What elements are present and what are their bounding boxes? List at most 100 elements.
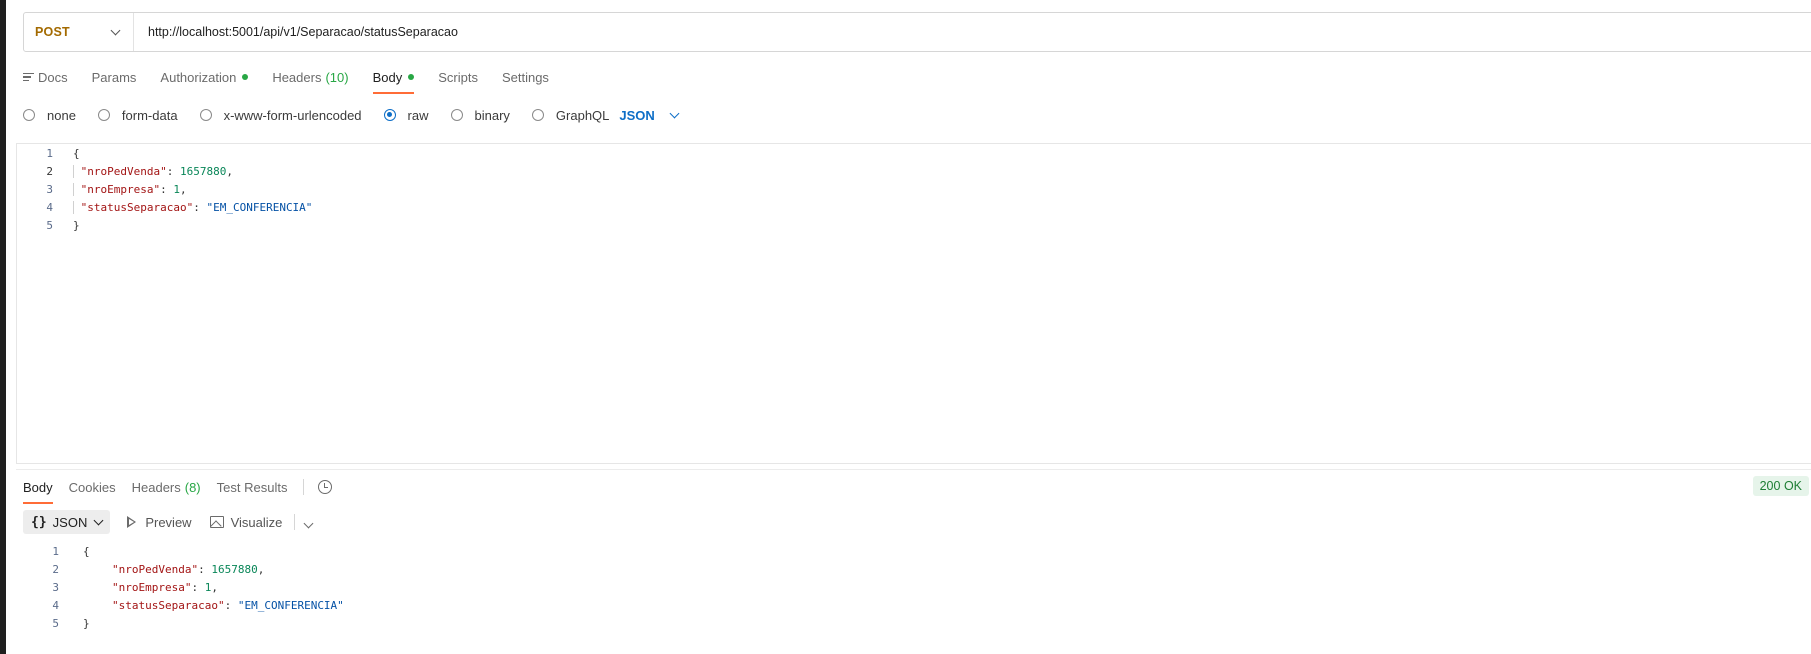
visualize-label: Visualize (230, 514, 283, 530)
chevron-down-icon (303, 518, 314, 528)
more-options-button[interactable] (303, 515, 314, 530)
tab-cookies[interactable]: Cookies (69, 470, 116, 504)
radio-form-data[interactable]: form-data (97, 107, 178, 123)
response-toolbar: {} JSON Preview Visualize (23, 510, 314, 534)
request-tabs: Docs Params Authorization Headers (10) B… (23, 60, 573, 94)
request-body-editor[interactable]: 1 { 2 "nroPedVenda": 1657880, 3 "nroEmpr… (16, 143, 1811, 464)
method-label: POST (35, 25, 70, 39)
body-type-selector: none form-data x-www-form-urlencoded raw… (23, 105, 680, 125)
tab-params[interactable]: Params (92, 60, 137, 94)
tab-response-headers-count: (8) (184, 479, 201, 495)
history-icon[interactable] (318, 480, 333, 494)
tab-headers-label: Headers (272, 69, 322, 85)
url-input[interactable] (134, 24, 1811, 40)
radio-urlencoded-label: x-www-form-urlencoded (223, 107, 362, 123)
code-line: 1 { (23, 543, 344, 561)
chevron-down-icon (93, 515, 104, 525)
code-text: "nroPedVenda": 1657880, (112, 563, 265, 576)
radio-raw[interactable]: raw (383, 107, 429, 123)
tab-response-headers[interactable]: Headers (8) (132, 470, 201, 504)
code-text: "nroEmpresa": 1, (112, 581, 218, 594)
radio-button[interactable] (97, 109, 110, 121)
code-line: 5 } (17, 217, 1811, 235)
radio-binary[interactable]: binary (450, 107, 510, 123)
response-format-label: JSON (52, 514, 88, 530)
tab-headers[interactable]: Headers (10) (272, 60, 348, 94)
line-number: 5 (52, 617, 59, 630)
tab-params-label: Params (91, 69, 137, 85)
response-format-select[interactable]: {} JSON (23, 510, 111, 534)
line-number: 2 (46, 165, 53, 178)
radio-button[interactable] (450, 109, 463, 121)
line-number: 4 (46, 201, 53, 214)
code-line: 1 { (17, 145, 1811, 163)
chevron-down-icon (110, 25, 121, 35)
line-number: 3 (46, 183, 53, 196)
status-badge: 200 OK (1752, 476, 1809, 496)
line-number: 5 (46, 219, 53, 232)
tab-scripts[interactable]: Scripts (438, 60, 478, 94)
visualize-button[interactable]: Visualize (209, 514, 283, 530)
tab-separator (303, 479, 305, 495)
code-line: 4 "statusSeparacao": "EM_CONFERENCIA" (23, 597, 343, 615)
tab-authorization-label: Authorization (160, 69, 237, 85)
line-number: 1 (52, 545, 59, 558)
radio-form-data-label: form-data (121, 107, 178, 123)
code-text: { (73, 147, 80, 160)
code-area[interactable]: 1 { 2 "nroPedVenda": 1657880, 3 "nroEmpr… (17, 144, 1811, 235)
code-line: 2 "nroPedVenda": 1657880, (17, 163, 1811, 181)
code-line: 4 "statusSeparacao": "EM_CONFERENCIA" (17, 199, 1811, 217)
toolbar-separator (294, 514, 296, 530)
tab-settings[interactable]: Settings (502, 60, 549, 94)
radio-raw-label: raw (407, 107, 429, 123)
radio-graphql-label: GraphQL (555, 107, 610, 123)
docs-icon (23, 71, 34, 84)
tab-response-headers-label: Headers (131, 479, 181, 495)
tab-body[interactable]: Body (372, 60, 415, 94)
radio-button[interactable] (23, 109, 35, 121)
language-label: JSON (619, 107, 655, 123)
response-body-viewer[interactable]: 1 { 2 "nroPedVenda": 1657880, 3 "nroEmpr… (23, 543, 344, 633)
tab-test-results-label: Test Results (216, 479, 288, 495)
radio-none[interactable]: none (23, 108, 76, 123)
radio-button[interactable] (199, 109, 212, 121)
code-text: { (83, 545, 90, 558)
code-text: "nroPedVenda": 1657880, (53, 163, 233, 181)
radio-none-label: none (47, 107, 76, 123)
radio-button-checked[interactable] (383, 109, 396, 121)
image-icon (209, 516, 224, 528)
preview-label: Preview (145, 514, 192, 530)
chevron-down-icon (669, 108, 680, 118)
code-text: } (73, 219, 80, 232)
code-text: "statusSeparacao": "EM_CONFERENCIA" (53, 199, 312, 217)
radio-urlencoded[interactable]: x-www-form-urlencoded (199, 107, 362, 123)
status-dot-icon (408, 74, 415, 80)
radio-binary-label: binary (474, 107, 510, 123)
method-select[interactable]: POST (24, 13, 134, 51)
radio-graphql[interactable]: GraphQL (531, 107, 610, 123)
line-number: 1 (46, 147, 53, 160)
response-tabs: Body Cookies Headers (8) Test Results (23, 470, 333, 504)
play-icon (127, 516, 137, 528)
window-edge (0, 0, 6, 654)
braces-icon: {} (31, 514, 47, 530)
tab-authorization[interactable]: Authorization (160, 60, 249, 94)
line-number: 3 (52, 581, 59, 594)
preview-button[interactable]: Preview (127, 514, 192, 530)
code-line: 3 "nroEmpresa": 1, (23, 579, 344, 597)
tab-scripts-label: Scripts (438, 69, 478, 85)
line-number: 2 (52, 563, 59, 576)
code-line: 5 } (23, 615, 344, 633)
tab-test-results[interactable]: Test Results (217, 470, 288, 504)
language-select[interactable]: JSON (619, 107, 680, 123)
tab-docs[interactable]: Docs (23, 60, 68, 94)
tab-response-body[interactable]: Body (23, 470, 53, 504)
tab-settings-label: Settings (501, 69, 549, 85)
radio-button[interactable] (531, 109, 544, 121)
tab-cookies-label: Cookies (68, 479, 116, 495)
code-text: "nroEmpresa": 1, (53, 181, 187, 199)
code-text: } (83, 617, 90, 630)
tab-response-body-label: Body (23, 479, 53, 495)
line-number: 4 (52, 599, 59, 612)
tab-body-label: Body (372, 69, 403, 85)
